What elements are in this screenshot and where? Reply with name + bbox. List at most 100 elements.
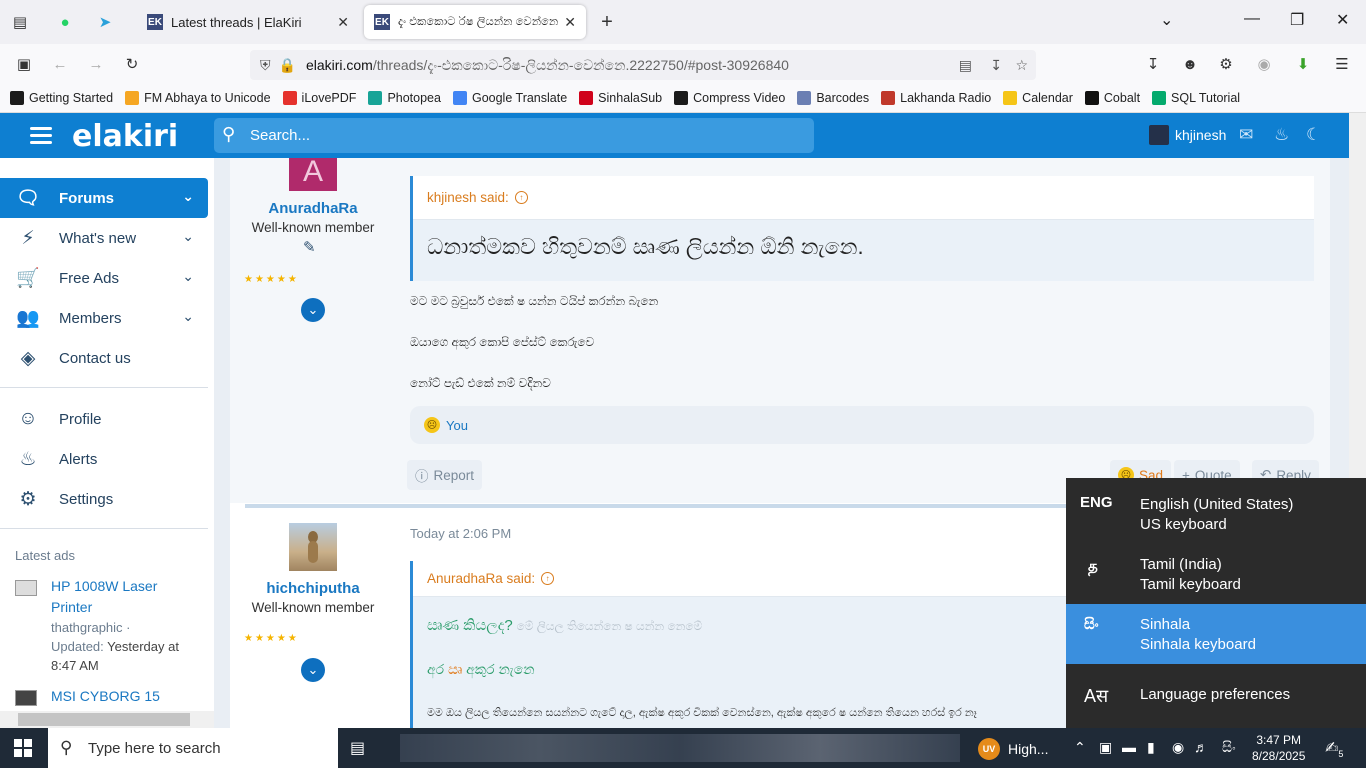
tray-app-button[interactable]: UV High...	[978, 738, 1048, 760]
back-icon[interactable]: ←	[50, 54, 70, 74]
expand-user-info-button[interactable]: ⌄	[301, 658, 325, 682]
post-username[interactable]: AnuradhaRa	[230, 200, 396, 217]
chevron-down-icon[interactable]: ⌄	[182, 308, 194, 325]
bookmark-item[interactable]: SinhalaSub	[579, 91, 662, 105]
close-tab-icon[interactable]: ✕	[337, 14, 349, 31]
download-manager-icon[interactable]: ⬇	[1293, 54, 1313, 74]
system-clock[interactable]: 3:47 PM 8/28/2025	[1252, 732, 1305, 764]
reactions-bar[interactable]: ☹ You	[410, 406, 1314, 444]
reader-view-icon[interactable]: ▤	[959, 57, 972, 74]
bookmark-item[interactable]: Photopea	[368, 91, 441, 105]
whatsapp-icon[interactable]: ●	[55, 12, 75, 32]
minimize-icon[interactable]: —	[1244, 10, 1260, 28]
sidebar-item-alerts[interactable]: ♨ Alerts	[0, 439, 208, 479]
sidebar-item-free-ads[interactable]: 🛒 Free Ads ⌄	[0, 258, 208, 298]
expand-user-info-button[interactable]: ⌄	[301, 298, 325, 322]
downloads-icon[interactable]: ↧	[1143, 54, 1163, 74]
sidebar-item-members[interactable]: 👥 Members ⌄	[0, 298, 208, 338]
forward-icon[interactable]: →	[86, 54, 106, 74]
chevron-down-icon[interactable]: ⌄	[182, 228, 194, 245]
avatar[interactable]	[289, 523, 337, 571]
windows-start-icon[interactable]	[14, 739, 32, 757]
language-preferences-link[interactable]: Aस Language preferences	[1066, 674, 1366, 718]
jump-to-quote-icon[interactable]: ↑	[514, 191, 528, 204]
jump-to-quote-icon[interactable]: ↑	[541, 572, 555, 585]
post-timestamp[interactable]: Today at 2:06 PM	[410, 526, 511, 541]
sidebar-horizontal-scrollbar[interactable]	[0, 711, 214, 728]
chevron-down-icon[interactable]: ⌄	[182, 268, 194, 285]
shield-icon[interactable]: ⛨	[260, 57, 271, 74]
volume-icon[interactable]: ♬	[1194, 739, 1208, 755]
ad-item[interactable]: HP 1008W Laser Printer thathgraphic · Up…	[15, 576, 195, 675]
bookmark-item[interactable]: iLovePDF	[282, 91, 356, 105]
dark-mode-moon-icon[interactable]: ☾	[1306, 125, 1321, 145]
extension-icon[interactable]: ◉	[1254, 54, 1274, 74]
maximize-icon[interactable]: ❐	[1290, 10, 1304, 30]
camera-off-icon[interactable]: ▬	[1122, 739, 1136, 755]
bookmark-item[interactable]: Compress Video	[674, 91, 785, 105]
ad-title[interactable]: MSI CYBORG 15	[51, 686, 195, 707]
account-icon[interactable]: ☻	[1180, 54, 1200, 74]
task-view-icon[interactable]: ▤	[350, 738, 365, 758]
inbox-icon[interactable]: ✉	[1239, 125, 1253, 145]
bookmark-item[interactable]: Google Translate	[452, 91, 567, 105]
language-option-sinhala[interactable]: සිං Sinhala Sinhala keyboard	[1066, 604, 1366, 664]
taskbar-search-input[interactable]: ⚲ Type here to search	[48, 728, 338, 768]
language-option-english[interactable]: ENG English (United States) US keyboard	[1066, 478, 1366, 538]
input-indicator[interactable]: සිං	[1222, 739, 1236, 756]
extensions-icon[interactable]: ⚙	[1216, 54, 1236, 74]
sidebar-item-contact-us[interactable]: ◈ Contact us	[0, 338, 208, 378]
bookmark-item[interactable]: SQL Tutorial	[1152, 91, 1240, 105]
sidebar-toggle-icon[interactable]: ▣	[14, 54, 34, 74]
bookmark-item[interactable]: Getting Started	[10, 91, 113, 105]
bookmark-star-icon[interactable]: ☆	[1015, 57, 1028, 74]
meet-now-icon[interactable]: ▣	[1099, 739, 1112, 756]
bookmark-item[interactable]: Cobalt	[1084, 91, 1140, 105]
printer-thumbnail[interactable]	[15, 580, 37, 596]
address-bar[interactable]: ⛨ 🔒 elakiri.com/threads/දැං-එකකොට-රිෂ-ලි…	[250, 50, 1036, 80]
tab-list-icon[interactable]: ▤	[10, 12, 30, 32]
telegram-icon[interactable]: ➤	[95, 12, 115, 32]
search-input[interactable]: ⚲ Search...	[214, 118, 814, 153]
sidebar-item-forums[interactable]: 🗨 Forums ⌄	[0, 178, 208, 218]
reaction-users[interactable]: You	[446, 418, 468, 433]
wifi-icon[interactable]: ◉	[1172, 739, 1184, 756]
ad-title[interactable]: HP 1008W Laser Printer	[51, 576, 195, 618]
menu-icon[interactable]: ☰	[1332, 54, 1352, 74]
battery-icon[interactable]: ▮	[1147, 739, 1155, 756]
tab-current-thread[interactable]: EK දැං එකකොට රිෂ ලියන්න වෙන්නෙ ✕	[364, 5, 586, 39]
hamburger-menu-icon[interactable]	[30, 127, 52, 144]
quote-header[interactable]: khjinesh said: ↑	[413, 176, 1314, 220]
quote-author[interactable]: khjinesh said:	[427, 190, 509, 205]
save-page-icon[interactable]: ↧	[990, 57, 1002, 74]
bookmark-item[interactable]: Barcodes	[797, 91, 869, 105]
chevron-down-icon[interactable]: ⌄	[182, 188, 194, 205]
report-button[interactable]: ⓘ Report	[407, 460, 483, 490]
quote-author[interactable]: AnuradhaRa said:	[427, 571, 535, 586]
laptop-thumbnail[interactable]	[15, 690, 37, 706]
bookmark-item[interactable]: Calendar	[1003, 91, 1073, 105]
tab-overflow-chevron-icon[interactable]: ⌄	[1160, 10, 1173, 30]
taskbar-pinned-apps[interactable]	[400, 734, 960, 762]
tab-latest-threads[interactable]: EK Latest threads | ElaKiri ✕	[137, 5, 359, 39]
sidebar-item-profile[interactable]: ☺ Profile	[0, 399, 208, 439]
lock-icon[interactable]: 🔒	[279, 57, 296, 74]
sidebar-item-settings[interactable]: ⚙ Settings	[0, 479, 208, 519]
bell-icon[interactable]: ♨	[1274, 125, 1289, 145]
language-option-tamil[interactable]: த Tamil (India) Tamil keyboard	[1066, 544, 1366, 604]
ad-item[interactable]: MSI CYBORG 15	[15, 686, 195, 707]
bookmark-item[interactable]: Lakhanda Radio	[881, 91, 991, 105]
new-tab-icon[interactable]: +	[597, 11, 617, 33]
sidebar-item-whats-new[interactable]: ⚡ What's new ⌄	[0, 218, 208, 258]
ad-seller[interactable]: thathgraphic ·	[51, 618, 195, 637]
close-tab-icon[interactable]: ✕	[564, 14, 576, 31]
site-logo[interactable]: elakiri	[72, 119, 178, 154]
close-window-icon[interactable]: ✕	[1336, 10, 1349, 30]
post-username[interactable]: hichchiputha	[230, 580, 396, 597]
avatar[interactable]: A	[289, 158, 337, 191]
scrollbar-thumb[interactable]	[18, 713, 190, 726]
bookmark-item[interactable]: FM Abhaya to Unicode	[125, 91, 271, 105]
show-hidden-icons-chevron-icon[interactable]: ⌃	[1074, 739, 1086, 756]
notification-center-icon[interactable]: ✍5	[1325, 738, 1343, 759]
reload-icon[interactable]: ↻	[122, 54, 142, 74]
